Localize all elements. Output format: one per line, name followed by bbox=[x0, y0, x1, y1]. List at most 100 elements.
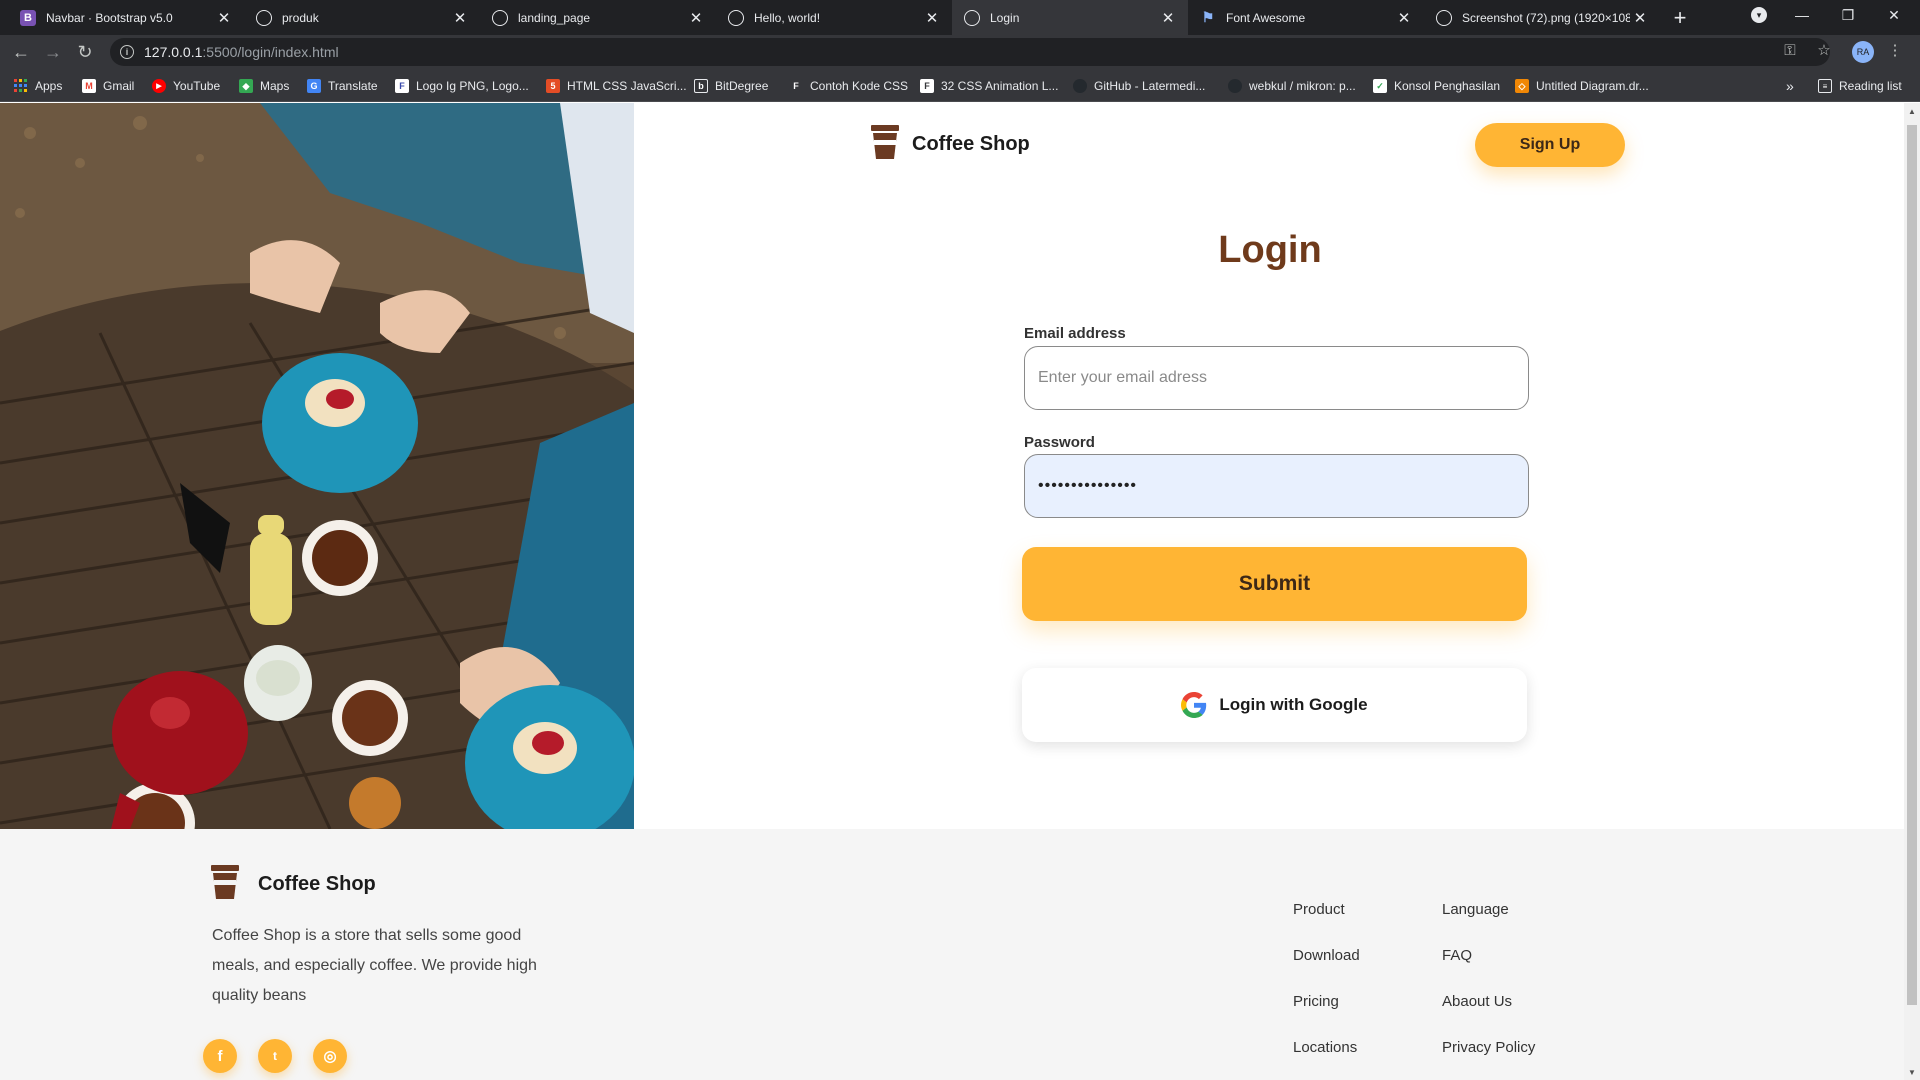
login-title: Login bbox=[1218, 229, 1322, 271]
new-tab-icon[interactable]: + bbox=[1668, 5, 1692, 30]
bookmark-bitdegree[interactable]: b BitDegree bbox=[694, 76, 768, 96]
password-field[interactable]: ••••••••••••••• bbox=[1024, 454, 1529, 518]
maps-icon: ◆ bbox=[239, 79, 253, 93]
footer-link-faq[interactable]: FAQ bbox=[1442, 947, 1472, 964]
bookmark-label: Translate bbox=[328, 79, 378, 93]
bookmark-label: Untitled Diagram.dr... bbox=[1536, 79, 1649, 93]
bookmark-icon: b bbox=[694, 79, 708, 93]
scrollbar-thumb[interactable] bbox=[1907, 125, 1917, 1005]
signup-button[interactable]: Sign Up bbox=[1475, 123, 1625, 167]
bookmark-untitled-diagram[interactable]: ◇ Untitled Diagram.dr... bbox=[1515, 76, 1649, 96]
scroll-up-icon[interactable]: ▲ bbox=[1904, 103, 1920, 119]
bookmark-label: YouTube bbox=[173, 79, 221, 93]
bookmark-konsol[interactable]: ✓ Konsol Penghasilan bbox=[1373, 76, 1500, 96]
footer-description: Coffee Shop is a store that sells some g… bbox=[212, 927, 537, 1004]
tab-landing-page[interactable]: landing_page ✕ bbox=[480, 0, 716, 35]
footer-brand-name: Coffee Shop bbox=[258, 873, 376, 895]
bookmark-gmail[interactable]: M Gmail bbox=[82, 76, 134, 96]
address-bar[interactable]: i 127.0.0.1:5500/login/index.html bbox=[110, 38, 1830, 66]
bookmark-contoh-kode[interactable]: F Contoh Kode CSS bbox=[789, 76, 908, 96]
close-icon[interactable]: ✕ bbox=[450, 8, 470, 28]
site-info-icon[interactable]: i bbox=[120, 45, 134, 59]
password-label: Password bbox=[1024, 434, 1095, 451]
navbar-brand[interactable]: Coffee Shop bbox=[870, 125, 1030, 164]
reading-list-button[interactable]: ≡ Reading list bbox=[1818, 76, 1902, 96]
close-icon[interactable]: ✕ bbox=[1394, 8, 1414, 28]
footer-link-locations[interactable]: Locations bbox=[1293, 1039, 1357, 1056]
twitter-icon[interactable]: t bbox=[258, 1039, 292, 1073]
bookmark-label: Maps bbox=[260, 79, 290, 93]
instagram-icon[interactable]: ◎ bbox=[313, 1039, 347, 1073]
email-field[interactable]: Enter your email adress bbox=[1024, 346, 1529, 410]
restore-icon[interactable]: ❐ bbox=[1825, 0, 1871, 30]
bookmarks-overflow-icon[interactable]: » bbox=[1786, 76, 1794, 96]
tab-produk[interactable]: produk ✕ bbox=[244, 0, 480, 35]
bookmarks-bar: Apps M Gmail ▶ YouTube ◆ Maps G Translate FL… bbox=[0, 69, 1920, 102]
minimize-icon[interactable]: — bbox=[1779, 0, 1825, 30]
bookmark-css-animation[interactable]: F 32 CSS Animation L... bbox=[920, 76, 1058, 96]
bookmark-icon: ✓ bbox=[1373, 79, 1387, 93]
tab-title: Screenshot (72).png (1920×1080) bbox=[1462, 10, 1630, 25]
bookmark-webkul[interactable]: webkul / mikron: p... bbox=[1228, 76, 1356, 96]
bookmark-apps[interactable]: Apps bbox=[14, 76, 62, 96]
reload-icon[interactable]: ↻ bbox=[73, 40, 97, 64]
star-icon[interactable]: ☆ bbox=[1814, 40, 1834, 60]
tab-title: Font Awesome bbox=[1226, 10, 1306, 25]
url-text: 127.0.0.1:5500/login/index.html bbox=[144, 44, 339, 60]
tab-screenshot[interactable]: Screenshot (72).png (1920×1080) ✕ bbox=[1424, 0, 1660, 35]
footer: Coffee Shop Coffee Shop is a store that … bbox=[0, 829, 1904, 1080]
coffee-cup-icon bbox=[870, 125, 900, 164]
globe-icon bbox=[256, 9, 272, 26]
footer-link-product[interactable]: Product bbox=[1293, 901, 1345, 918]
tab-hello-world[interactable]: Hello, world! ✕ bbox=[716, 0, 952, 35]
bookmark-youtube[interactable]: ▶ YouTube bbox=[152, 76, 220, 96]
key-icon[interactable]: ⚿ bbox=[1780, 40, 1800, 60]
close-icon[interactable]: ✕ bbox=[1630, 8, 1650, 28]
tab-title: Navbar · Bootstrap v5.0 bbox=[46, 10, 173, 25]
close-icon[interactable]: ✕ bbox=[686, 8, 706, 28]
bookmark-label: GitHub - Latermedi... bbox=[1094, 79, 1206, 93]
tab-navbar-bootstrap[interactable]: B Navbar · Bootstrap v5.0 ✕ bbox=[8, 0, 244, 35]
bookmark-label: Konsol Penghasilan bbox=[1394, 79, 1501, 93]
page-scrollbar[interactable]: ▲ ▼ bbox=[1904, 103, 1920, 1080]
close-icon[interactable]: ✕ bbox=[1158, 8, 1178, 28]
forward-icon[interactable]: → bbox=[41, 40, 65, 64]
bookmark-html-css[interactable]: 5 HTML CSS JavaScri... bbox=[546, 76, 687, 96]
globe-icon bbox=[1436, 9, 1452, 26]
globe-icon bbox=[728, 9, 744, 26]
submit-button[interactable]: Submit bbox=[1022, 547, 1527, 621]
bookmark-icon: F bbox=[789, 79, 803, 93]
scroll-down-icon[interactable]: ▼ bbox=[1904, 1064, 1920, 1080]
browser-tab-strip: B Navbar · Bootstrap v5.0 ✕ produk ✕ lan… bbox=[0, 0, 1920, 35]
tab-login[interactable]: Login ✕ bbox=[952, 0, 1188, 35]
footer-brand[interactable]: Coffee Shop bbox=[210, 865, 376, 904]
footer-link-download[interactable]: Download bbox=[1293, 947, 1360, 964]
close-icon[interactable]: ✕ bbox=[214, 8, 234, 28]
google-login-button[interactable]: Login with Google bbox=[1022, 668, 1527, 742]
close-icon[interactable]: ✕ bbox=[922, 8, 942, 28]
window-close-icon[interactable]: ✕ bbox=[1871, 0, 1917, 30]
brand-name: Coffee Shop bbox=[912, 133, 1030, 155]
more-menu-icon[interactable]: ⋮ bbox=[1885, 40, 1905, 60]
bookmark-icon: ◇ bbox=[1515, 79, 1529, 93]
facebook-icon[interactable]: f bbox=[203, 1039, 237, 1073]
profile-avatar[interactable]: RA bbox=[1852, 41, 1874, 63]
gmail-icon: M bbox=[82, 79, 96, 93]
back-icon[interactable]: ← bbox=[9, 40, 33, 64]
bookmark-maps[interactable]: ◆ Maps bbox=[239, 76, 289, 96]
tab-title: landing_page bbox=[518, 10, 591, 25]
bookmark-logo-ig[interactable]: F Logo Ig PNG, Logo... bbox=[395, 76, 529, 96]
footer-link-about-us[interactable]: Abaout Us bbox=[1442, 993, 1512, 1010]
footer-link-pricing[interactable]: Pricing bbox=[1293, 993, 1339, 1010]
bookmark-label: Logo Ig PNG, Logo... bbox=[416, 79, 529, 93]
bookmark-icon: 5 bbox=[546, 79, 560, 93]
tab-font-awesome[interactable]: ⚑ Font Awesome ✕ bbox=[1188, 0, 1424, 35]
bookmark-icon: F bbox=[395, 79, 409, 93]
bookmark-github-latermedia[interactable]: GitHub - Latermedi... bbox=[1073, 76, 1205, 96]
footer-link-language[interactable]: Language bbox=[1442, 901, 1509, 918]
reading-list-label: Reading list bbox=[1839, 79, 1902, 93]
footer-link-privacy-policy[interactable]: Privacy Policy bbox=[1442, 1039, 1535, 1056]
bookmark-label: BitDegree bbox=[715, 79, 769, 93]
bookmark-translate[interactable]: G Translate bbox=[307, 76, 378, 96]
tab-search-icon[interactable]: ▾ bbox=[1736, 0, 1782, 30]
